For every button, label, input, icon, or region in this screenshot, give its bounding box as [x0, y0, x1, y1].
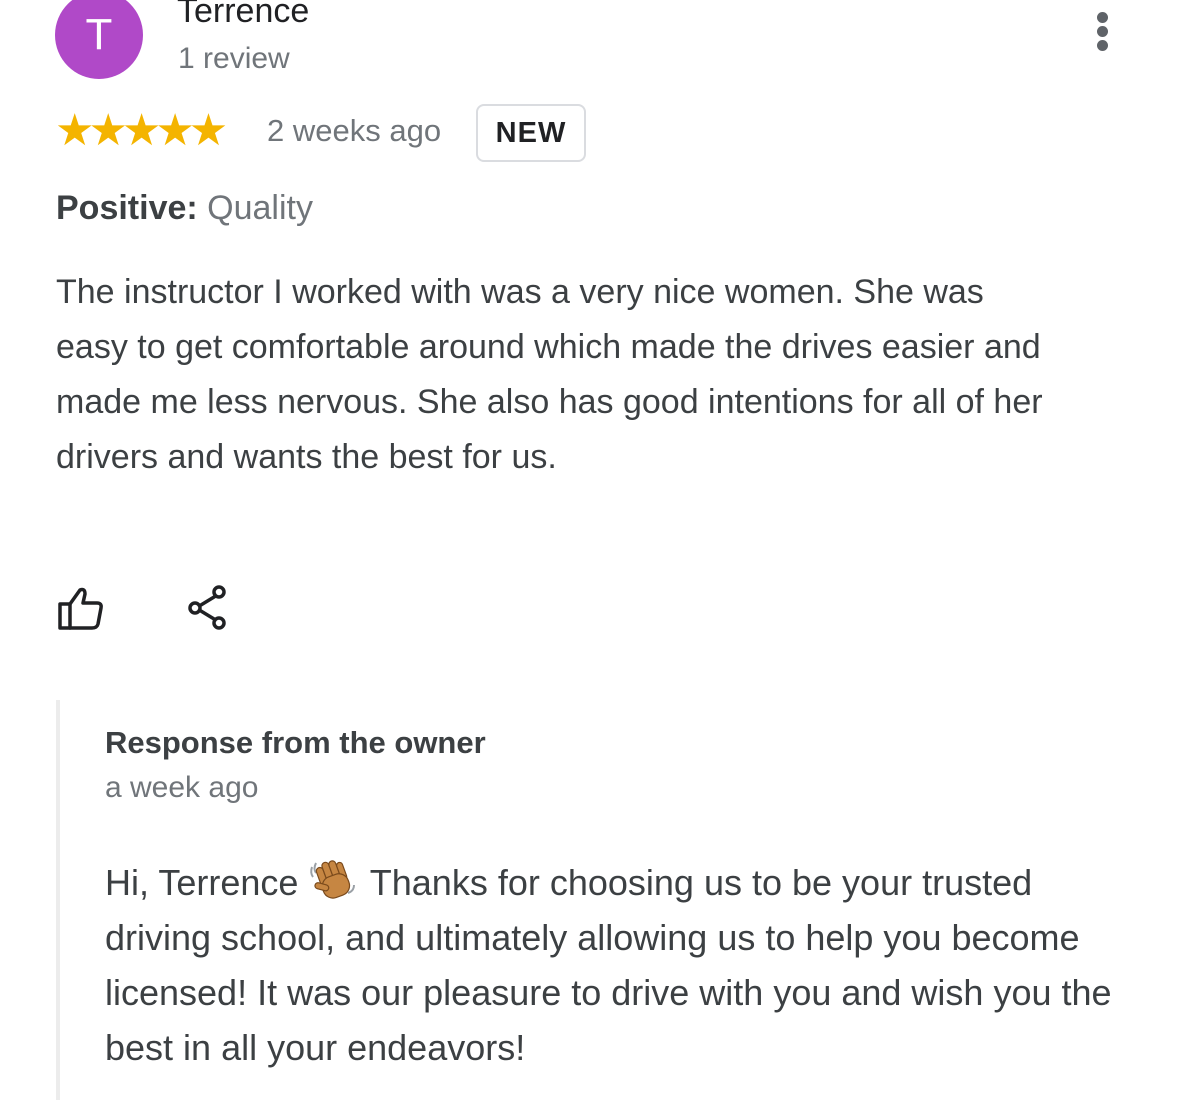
share-button[interactable]: [186, 584, 230, 632]
more-vert-icon-dot: [1097, 40, 1108, 51]
attribute-value: Quality: [207, 189, 313, 227]
more-vert-icon: [1097, 12, 1108, 23]
share-icon: [188, 585, 226, 630]
reviewer-name[interactable]: Terrence: [177, 0, 309, 31]
star-rating: ★★★★★: [55, 106, 228, 155]
attribute-label: Positive:: [56, 189, 198, 227]
review-text: The instructor I worked with was a very …: [56, 273, 1043, 476]
owner-response-greeting: Hi, Terrence: [105, 862, 309, 903]
owner-response-title: Response from the owner: [105, 725, 486, 760]
avatar[interactable]: T: [55, 0, 143, 79]
owner-response-date: a week ago: [105, 771, 259, 804]
more-options-button[interactable]: [1088, 8, 1118, 56]
review-count: 1 review: [178, 42, 290, 75]
review-date: 2 weeks ago: [267, 113, 442, 148]
thumb-up-icon: [58, 587, 103, 630]
new-badge: NEW: [476, 104, 586, 162]
owner-response: Response from the owner a week ago Hi, T…: [56, 700, 1160, 1100]
owner-response-text: Hi, Terrence Thanks for choosing us to b…: [105, 855, 1145, 1075]
like-button[interactable]: [56, 584, 106, 632]
more-vert-icon-dot: [1097, 26, 1108, 37]
review-attribute: Positive: Quality: [56, 189, 313, 228]
waving-hand-icon: [310, 860, 356, 899]
